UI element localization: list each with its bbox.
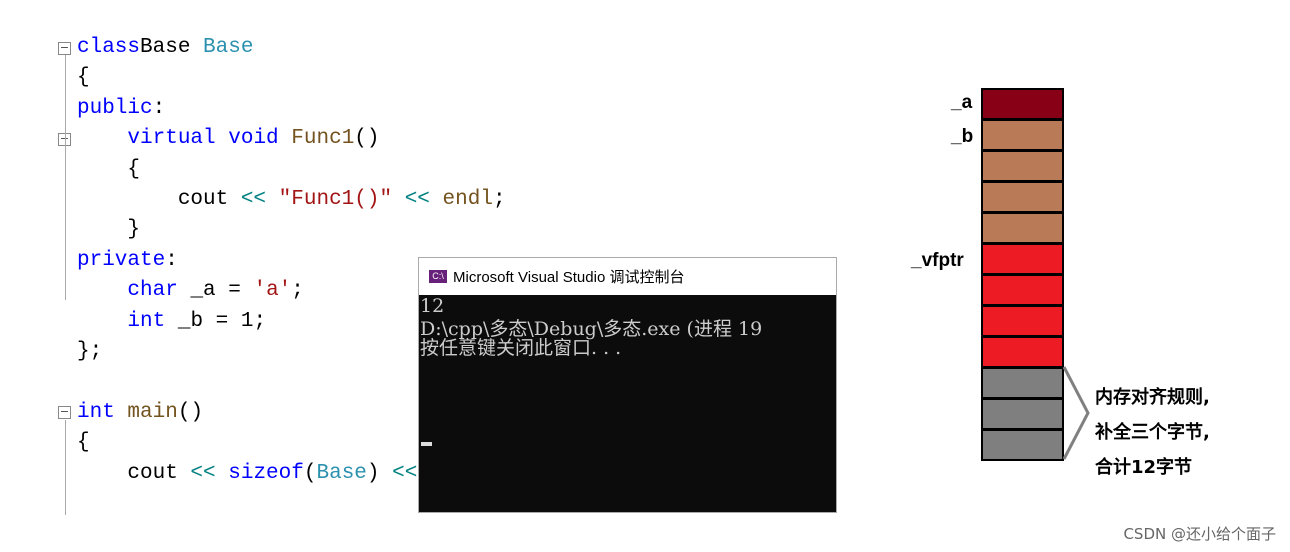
memory-byte-block [981, 305, 1064, 337]
memory-byte-block [981, 398, 1064, 430]
code-token: 'a' [253, 279, 292, 303]
memory-byte-block [981, 243, 1064, 275]
code-token: () [354, 127, 380, 151]
console-title: Microsoft Visual Studio 调试控制台 [453, 269, 685, 286]
code-line: int main() [77, 398, 203, 428]
code-token: void [228, 127, 279, 151]
code-token: () [177, 400, 204, 424]
console-titlebar: C:\ Microsoft Visual Studio 调试控制台 [419, 258, 836, 295]
label-a: _a [951, 92, 973, 113]
code-token: class [77, 36, 141, 59]
code-line: private: [77, 246, 178, 276]
fold-guide [65, 420, 66, 515]
note-line: 内存对齐规则, [1095, 387, 1210, 408]
memory-byte-block [981, 119, 1064, 151]
code-token: sizeof [228, 461, 304, 485]
memory-byte-block [981, 150, 1064, 182]
memory-byte-block [981, 429, 1064, 461]
code-line: { [77, 155, 140, 185]
watermark: CSDN @还小给个面子 [1123, 525, 1276, 543]
code-token: cout [77, 461, 191, 485]
code-token: << [240, 188, 267, 211]
label-b: _b [951, 126, 974, 147]
code-token: "Func1()" [278, 188, 393, 211]
code-token: cout [77, 188, 241, 211]
padding-brace [1062, 366, 1090, 460]
code-token: } [77, 218, 141, 242]
code-token: ; [291, 279, 304, 303]
code-token: char [127, 279, 178, 303]
code-token: Base [316, 461, 367, 485]
code-line: cout << "Func1()" << endl; [77, 185, 506, 215]
code-token: }; [77, 340, 103, 363]
console-window: C:\ Microsoft Visual Studio 调试控制台 12 D:\… [418, 257, 837, 513]
code-token: ) [366, 461, 393, 485]
collapse-toggle[interactable]: − [58, 42, 71, 55]
code-line: { [77, 428, 90, 458]
code-token: ( [303, 461, 317, 485]
code-token: _b = 1; [165, 309, 267, 333]
code-token: << [190, 461, 216, 485]
code-line: } [77, 215, 140, 245]
code-token: Func1 [291, 127, 355, 151]
memory-byte-block [981, 212, 1064, 244]
collapse-toggle[interactable]: − [58, 406, 71, 419]
memory-byte-block [981, 336, 1064, 368]
code-token: public [77, 96, 153, 120]
code-token: int [127, 309, 166, 333]
memory-byte-block [981, 274, 1064, 306]
code-token: << [392, 461, 418, 485]
code-token: main [127, 400, 178, 424]
code-token: virtual [127, 127, 216, 151]
code-line: virtual void Func1() [77, 124, 380, 154]
note-line: 合计12字节 [1095, 457, 1193, 478]
code-token: { [77, 157, 141, 181]
code-token: _a = [177, 279, 254, 303]
memory-byte-block [981, 88, 1064, 120]
code-token: : [152, 96, 166, 120]
code-line: public: [77, 94, 165, 124]
code-line: char _a = 'a'; [77, 276, 304, 306]
console-cursor [421, 442, 432, 446]
code-token: << [404, 188, 430, 211]
code-line: classBase Base [77, 33, 253, 63]
memory-byte-block [981, 367, 1064, 399]
label-vfptr: _vfptr [911, 250, 964, 271]
code-line: }; [77, 337, 102, 367]
console-line: 12 [420, 295, 445, 317]
code-token: ; [492, 188, 506, 211]
code-token: endl [442, 188, 493, 211]
code-token: : [165, 248, 178, 272]
code-line: cout << sizeof(Base) << [77, 459, 417, 489]
code-line: int _b = 1; [77, 307, 266, 337]
code-line: { [77, 63, 90, 93]
console-app-icon: C:\ [429, 270, 447, 283]
code-token: int [77, 400, 115, 424]
memory-byte-block [981, 181, 1064, 213]
code-token: private [77, 248, 166, 272]
code-token: Base [203, 36, 254, 59]
code-token: Base [140, 36, 204, 59]
code-token: { [77, 431, 90, 455]
note-line: 补全三个字节, [1095, 422, 1210, 443]
fold-guide [65, 150, 66, 240]
code-token: { [77, 66, 90, 90]
